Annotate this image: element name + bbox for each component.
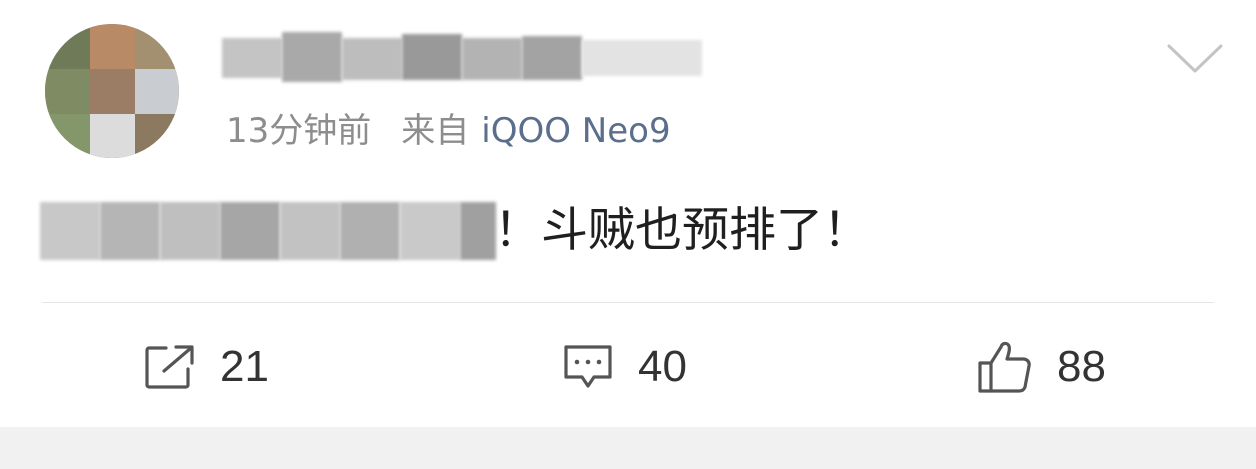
post-time: 13分钟前 bbox=[226, 111, 372, 151]
post-body-blurred bbox=[40, 196, 496, 266]
username-blurred[interactable] bbox=[222, 30, 702, 86]
divider bbox=[42, 302, 1214, 303]
chevron-down-icon[interactable] bbox=[1166, 42, 1224, 76]
share-button[interactable]: 21 bbox=[144, 335, 269, 399]
device-link[interactable]: iQOO Neo9 bbox=[481, 111, 670, 151]
avatar[interactable] bbox=[45, 24, 179, 158]
weibo-post-card: 13分钟前 来自 iQOO Neo9 ！斗贼也预排了！ 21 40 88 bbox=[0, 0, 1256, 427]
comment-count: 40 bbox=[638, 342, 687, 391]
source-label: 来自 bbox=[401, 111, 470, 151]
comment-button[interactable]: 40 bbox=[562, 335, 687, 399]
thumbs-up-icon bbox=[978, 341, 1031, 393]
post-meta: 13分钟前 来自 iQOO Neo9 bbox=[226, 108, 671, 154]
share-count: 21 bbox=[220, 342, 269, 391]
like-count: 88 bbox=[1057, 342, 1106, 391]
comment-icon bbox=[564, 345, 612, 388]
share-icon bbox=[145, 345, 194, 389]
post-body-text: ！斗贼也预排了！ bbox=[494, 203, 870, 258]
feed-separator bbox=[0, 427, 1256, 469]
like-button[interactable]: 88 bbox=[977, 335, 1106, 399]
